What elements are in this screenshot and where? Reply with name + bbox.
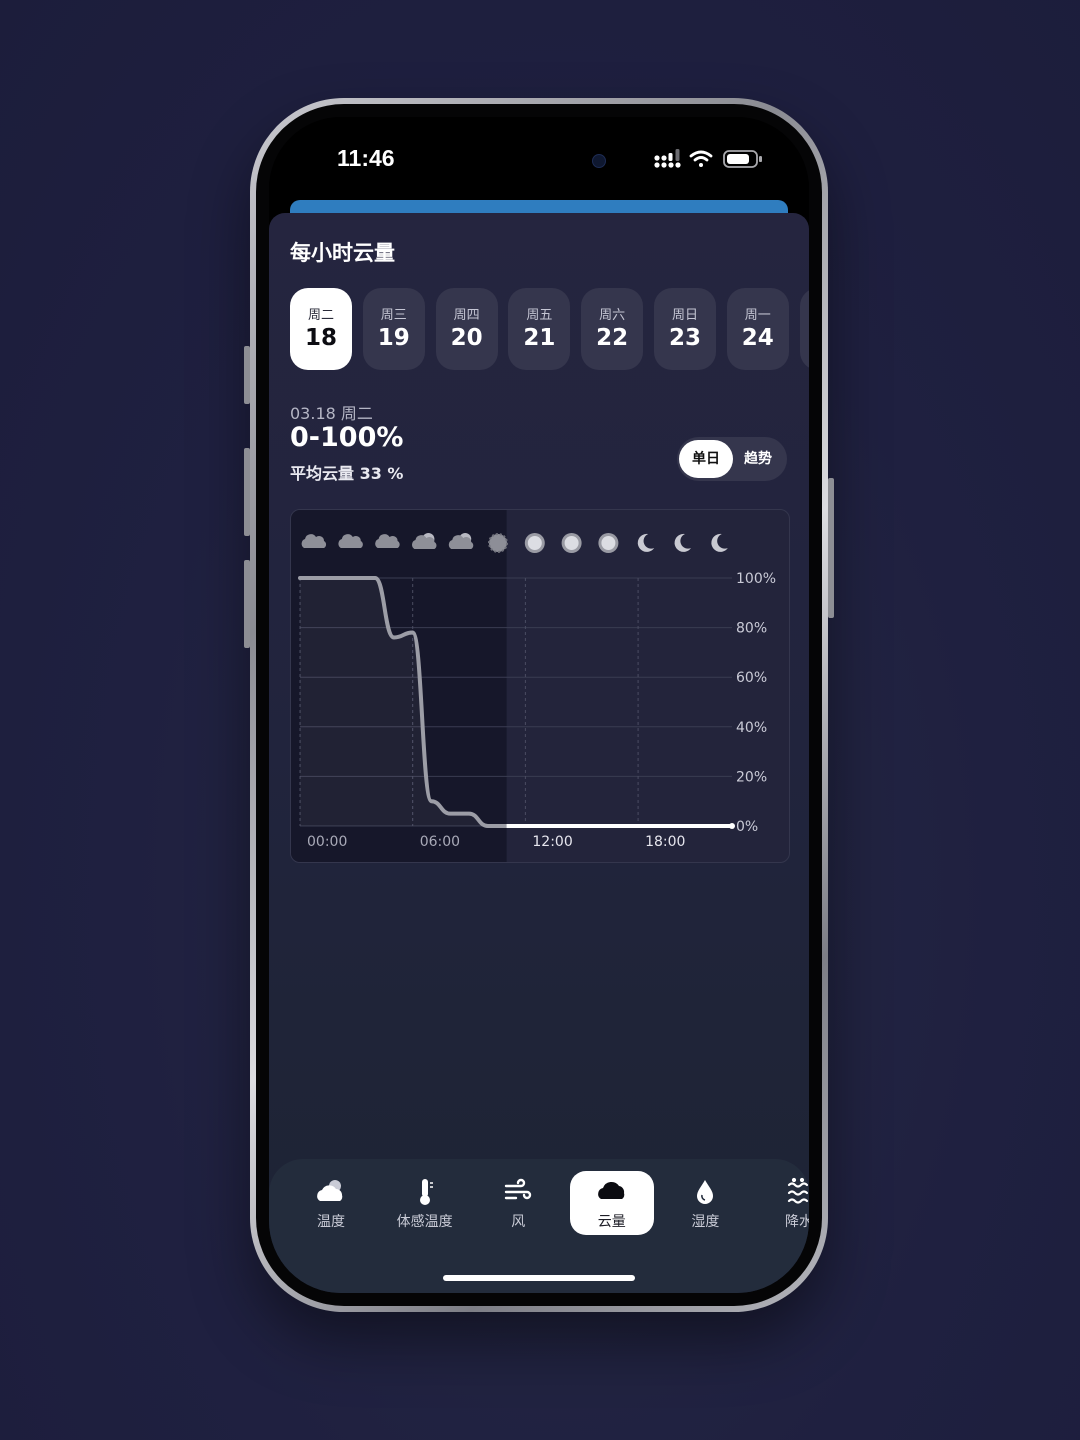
y-tick-label: 40% bbox=[736, 720, 767, 736]
y-tick-label: 20% bbox=[736, 769, 767, 785]
precipitation-icon bbox=[757, 1177, 809, 1207]
bottom-tab-bar: 温度 体感温度 风 云量 湿度 降水 bbox=[269, 1159, 809, 1293]
day-tab-23[interactable]: 周日 23 bbox=[654, 288, 716, 370]
day-selector: 周二 18 周三 19 周四 20 周五 21 周六 22 周日 23 周一 24 bbox=[290, 288, 809, 370]
tab-label: 体感温度 bbox=[396, 1214, 453, 1230]
y-tick-label: 80% bbox=[736, 621, 767, 637]
battery-icon bbox=[723, 150, 762, 168]
day-tab-weekday: 周六 bbox=[599, 308, 626, 323]
day-tab-weekday: 周一 bbox=[744, 308, 771, 323]
tab-label: 降水 bbox=[785, 1214, 809, 1230]
sheet-handle-bar bbox=[290, 200, 788, 214]
line-end-point bbox=[729, 823, 735, 829]
status-time: 11:46 bbox=[337, 145, 395, 171]
moon-icon bbox=[674, 533, 691, 552]
y-tick-label: 0% bbox=[736, 819, 758, 835]
selected-date: 03.18 周二 bbox=[290, 404, 373, 423]
trend-option[interactable]: 趋势 bbox=[731, 440, 785, 478]
day-tab-weekday: 周四 bbox=[453, 308, 480, 323]
cloud-chart-svg: 100% 80% 60% 40% 20% 0% 00:00 06:00 12:00 18:00 bbox=[291, 510, 776, 862]
wind-icon bbox=[476, 1177, 560, 1207]
day-tab-date: 22 bbox=[596, 325, 629, 351]
day-tab-date: 18 bbox=[304, 325, 337, 351]
tab-thermometer[interactable]: 体感温度 bbox=[383, 1171, 467, 1235]
tab-cloud[interactable]: 云量 bbox=[569, 1171, 654, 1235]
tab-precipitation[interactable]: 降水 bbox=[757, 1171, 809, 1235]
cloud-range: 0-100% bbox=[290, 422, 404, 453]
x-tick-label: 00:00 bbox=[307, 834, 347, 850]
day-tab-18[interactable]: 周二 18 bbox=[290, 288, 352, 370]
view-toggle: 单日 趋势 bbox=[677, 437, 787, 481]
tab-label: 风 bbox=[511, 1214, 526, 1230]
day-tab-date: 23 bbox=[668, 325, 701, 351]
signal-icon bbox=[654, 149, 681, 168]
day-tab-20[interactable]: 周四 20 bbox=[435, 288, 498, 370]
average-cloud-cover: 平均云量 33 % bbox=[290, 464, 404, 483]
day-tab-19[interactable]: 周三 19 bbox=[362, 288, 425, 370]
front-camera-icon bbox=[592, 154, 606, 168]
day-tab-22[interactable]: 周六 22 bbox=[581, 288, 644, 370]
droplet-icon bbox=[663, 1177, 747, 1207]
moon-icon bbox=[711, 533, 728, 552]
day-tab-21[interactable]: 周五 21 bbox=[508, 288, 571, 370]
day-tab-weekday: 周三 bbox=[380, 308, 407, 323]
volume-down-button bbox=[244, 560, 250, 648]
day-tab-weekday: 周二 bbox=[307, 308, 334, 323]
tab-label: 云量 bbox=[597, 1214, 626, 1230]
day-tab-date: 19 bbox=[377, 325, 410, 351]
sun-icon bbox=[524, 533, 545, 553]
cloud-area-fill bbox=[300, 578, 732, 826]
single-day-option[interactable]: 单日 bbox=[679, 440, 733, 478]
tab-label: 湿度 bbox=[691, 1214, 720, 1230]
tab-wind[interactable]: 风 bbox=[476, 1171, 560, 1235]
day-tab-date: 24 bbox=[741, 325, 774, 351]
cloud-icon bbox=[570, 1177, 654, 1207]
page-title: 每小时云量 bbox=[290, 241, 395, 265]
home-indicator[interactable] bbox=[443, 1275, 635, 1281]
x-tick-label: 06:00 bbox=[420, 834, 460, 850]
hazy-sun-icon bbox=[488, 533, 508, 553]
cloud-chart[interactable]: 100% 80% 60% 40% 20% 0% 00:00 06:00 12:00 18:00 bbox=[290, 509, 790, 863]
cloud-sun-icon bbox=[289, 1177, 373, 1207]
tab-droplet[interactable]: 湿度 bbox=[663, 1171, 747, 1235]
tab-cloud-sun[interactable]: 温度 bbox=[289, 1171, 373, 1235]
x-tick-label: 12:00 bbox=[532, 834, 572, 850]
volume-up-button bbox=[244, 448, 250, 536]
day-tab-weekday: 周五 bbox=[526, 308, 553, 323]
sun-icon bbox=[598, 533, 619, 553]
day-tab-date: 20 bbox=[450, 325, 483, 351]
y-tick-label: 60% bbox=[736, 670, 767, 686]
action-button bbox=[244, 346, 250, 404]
day-tab-next[interactable] bbox=[799, 288, 809, 370]
day-tab-weekday: 周日 bbox=[671, 308, 698, 323]
sun-icon bbox=[561, 533, 582, 553]
y-tick-label: 100% bbox=[736, 571, 776, 587]
moon-icon bbox=[637, 533, 655, 552]
status-icons bbox=[654, 149, 762, 168]
power-button bbox=[828, 478, 834, 618]
thermometer-icon bbox=[383, 1177, 467, 1207]
day-tab-24[interactable]: 周一 24 bbox=[726, 288, 789, 370]
day-tab-date: 21 bbox=[523, 325, 556, 351]
tab-label: 温度 bbox=[317, 1214, 345, 1230]
status-bar: 11:46 bbox=[269, 117, 809, 207]
wifi-icon bbox=[689, 150, 713, 167]
screen: 11:46 每小时云量 周二 18 周三 19 周四 20 周五 21 周六 2… bbox=[269, 117, 809, 1293]
x-tick-label: 18:00 bbox=[645, 834, 685, 850]
